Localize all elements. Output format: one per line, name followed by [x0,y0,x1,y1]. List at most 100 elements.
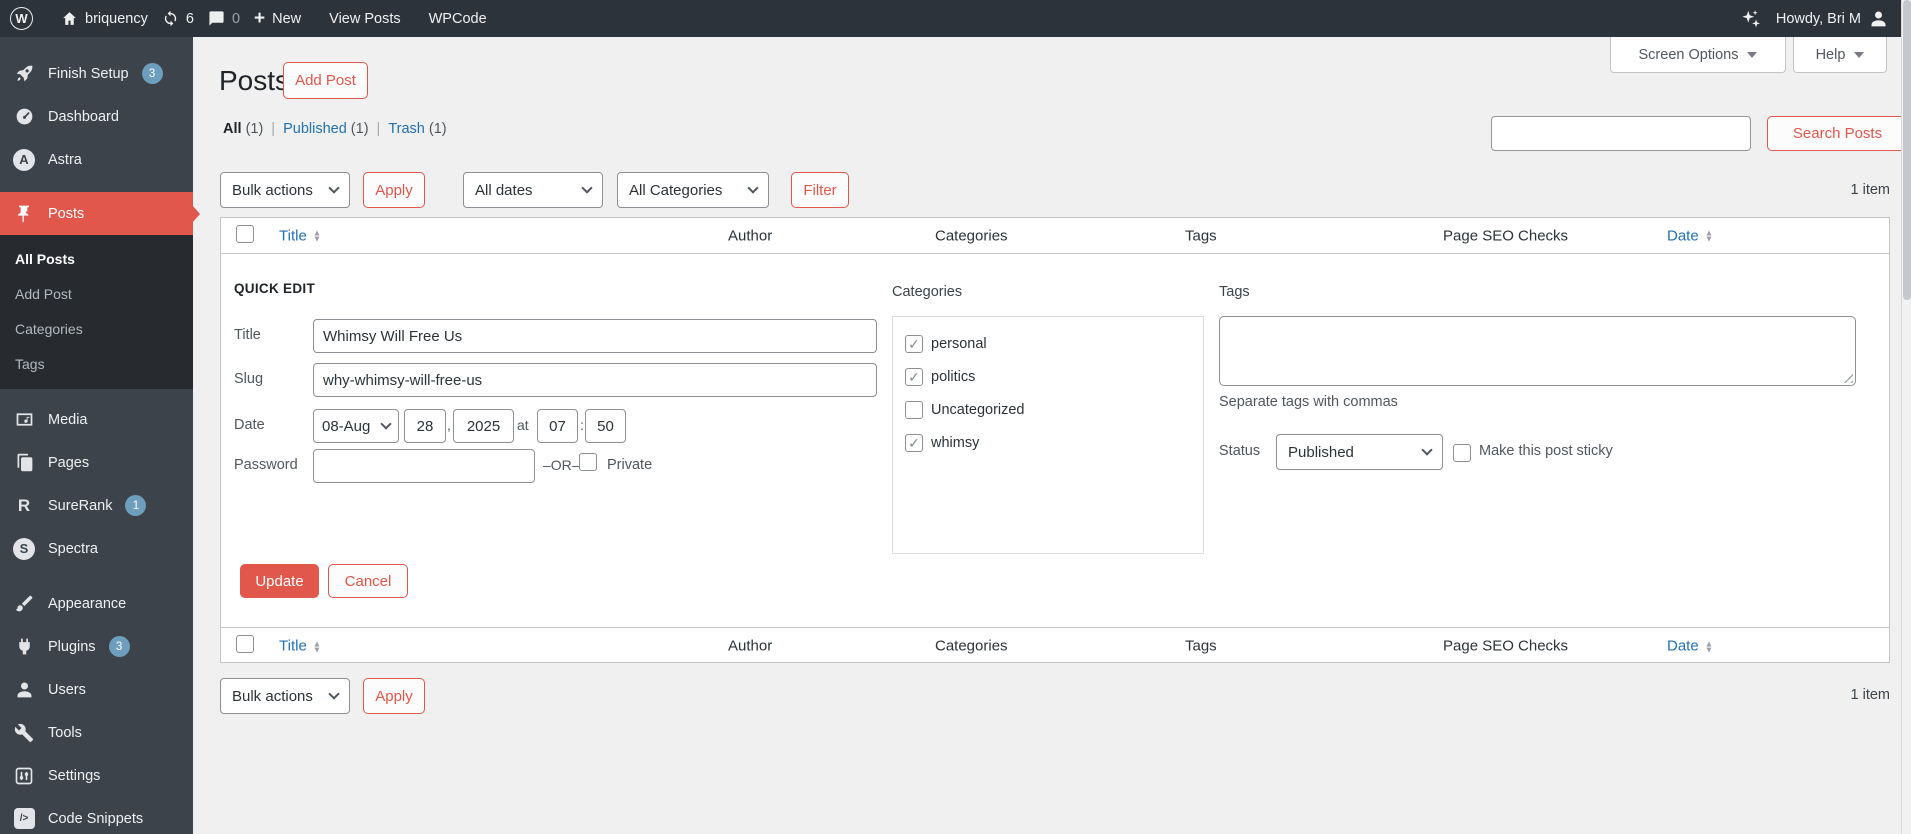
column-title-sort-bottom[interactable]: Title ▲ ▼ [279,638,321,655]
tags-textarea[interactable] [1219,316,1856,386]
howdy-label: Howdy, Bri M [1775,10,1861,27]
filter-button[interactable]: Filter [791,172,849,208]
category-checkbox-personal[interactable] [905,334,923,353]
comments-count: 0 [231,10,241,27]
sort-arrows-icon: ▲ ▼ [312,638,322,654]
sidebar-item-settings[interactable]: Settings [0,754,193,797]
sidebar-item-users[interactable]: Users [0,668,193,711]
plugins-badge: 3 [108,636,130,657]
tags-label: Tags [1219,284,1250,300]
bulk-actions-select-bottom[interactable]: Bulk actions [220,678,350,714]
brush-icon [13,593,35,615]
submenu-tags[interactable]: Tags [0,346,193,381]
at-label: at [517,417,529,433]
view-published-link[interactable]: Published (1) [283,121,368,137]
apply-button-bottom[interactable]: Apply [363,678,425,714]
window-scrollbar[interactable] [1901,0,1911,834]
minute-input[interactable] [585,409,626,443]
search-posts-button[interactable]: Search Posts [1767,116,1908,151]
all-dates-select[interactable]: All dates [463,172,603,208]
select-all-checkbox[interactable] [236,224,254,243]
category-checkbox-whimsy[interactable] [905,433,923,452]
view-trash-link[interactable]: Trash (1) [388,121,446,137]
day-input[interactable] [404,409,446,443]
comments-menu[interactable]: 0 [208,10,240,27]
chevron-down-icon [1854,51,1865,58]
category-item: personal [905,327,1191,360]
rocket-icon [13,63,35,85]
sidebar-item-tools[interactable]: Tools [0,711,193,754]
status-select[interactable]: Published [1276,434,1443,470]
wpcode-menu[interactable]: WPCode [429,11,487,27]
all-categories-select[interactable]: All Categories [617,172,769,208]
help-button[interactable]: Help [1793,37,1887,73]
sidebar-item-pages[interactable]: Pages [0,441,193,484]
password-input[interactable] [313,449,535,483]
private-checkbox[interactable] [579,453,597,471]
category-checkbox-politics[interactable] [905,367,923,386]
resize-handle[interactable] [1842,372,1853,383]
posts-submenu: All Posts Add Post Categories Tags [0,235,193,389]
month-select[interactable]: 08-Aug [313,409,399,443]
sidebar-item-appearance[interactable]: Appearance [0,582,193,625]
updates-count: 6 [185,10,194,27]
add-post-button[interactable]: Add Post [283,62,368,99]
post-status-views: All (1) | Published (1) | Trash (1) [223,121,447,137]
category-item: whimsy [905,426,1191,459]
dashboard-icon [13,106,35,128]
screen-options-button[interactable]: Screen Options [1610,37,1786,73]
sort-arrows-icon: ▲ ▼ [1704,638,1714,654]
column-date-sort-bottom[interactable]: Date ▲ ▼ [1667,638,1713,655]
view-all-link[interactable]: All (1) [223,121,263,137]
sliders-icon [13,765,35,787]
submenu-all-posts[interactable]: All Posts [0,241,193,276]
sidebar-item-surerank[interactable]: R SureRank 1 [0,484,193,527]
ai-sparkles-icon[interactable] [1740,8,1762,30]
sidebar-item-code-snippets[interactable]: /> Code Snippets [0,797,193,834]
updates-menu[interactable]: 6 [162,10,194,27]
sidebar-item-posts[interactable]: Posts [0,192,200,235]
new-content-menu[interactable]: + New [254,9,301,28]
sidebar-item-media[interactable]: Media [0,398,193,441]
bulk-actions-select[interactable]: Bulk actions [220,172,350,208]
sidebar-item-plugins[interactable]: Plugins 3 [0,625,193,668]
submenu-categories[interactable]: Categories [0,311,193,346]
sidebar-item-astra[interactable]: A Astra [0,138,193,181]
select-all-checkbox-bottom[interactable] [236,635,254,653]
scrollbar-thumb[interactable] [1903,0,1911,300]
table-footer-row: Title ▲ ▼ Author Categories Tags Page SEO… [221,627,1889,664]
year-input[interactable] [453,409,514,443]
updates-icon [164,10,177,27]
cancel-button[interactable]: Cancel [328,564,408,598]
category-checkbox-uncategorized[interactable] [905,400,923,419]
slug-input[interactable] [313,363,877,397]
apply-button[interactable]: Apply [363,172,425,208]
sidebar-item-finish-setup[interactable]: Finish Setup 3 [0,52,193,95]
site-name-menu[interactable]: briquency [61,10,148,27]
user-icon [13,679,35,701]
tags-hint: Separate tags with commas [1219,394,1398,410]
sidebar-item-spectra[interactable]: S Spectra [0,527,193,570]
column-date-sort[interactable]: Date ▲ ▼ [1667,227,1713,244]
media-icon [13,409,35,431]
sidebar-item-dashboard[interactable]: Dashboard [0,95,193,138]
wordpress-logo-icon[interactable] [10,7,33,30]
plug-icon [13,636,35,658]
title-input[interactable] [313,319,877,353]
view-posts-menu[interactable]: View Posts [329,11,400,27]
finish-setup-badge: 3 [141,63,163,84]
sticky-checkbox[interactable] [1453,444,1471,462]
my-account-menu[interactable]: Howdy, Bri M [1776,8,1889,29]
update-button[interactable]: Update [240,564,319,598]
search-posts-input[interactable] [1491,116,1751,151]
main-content: Screen Options Help Posts Add Post All (… [193,37,1908,834]
column-title-sort[interactable]: Title ▲ ▼ [279,227,321,244]
quick-edit-row: QUICK EDIT Title Slug Date 08-Aug , at :… [221,254,1889,627]
comments-icon [209,11,224,26]
column-tags: Tags [1185,227,1217,244]
avatar-icon [1871,11,1886,27]
submenu-add-post[interactable]: Add Post [0,276,193,311]
hour-input[interactable] [537,409,578,443]
plus-icon: + [254,8,266,29]
pushpin-icon [13,203,35,225]
